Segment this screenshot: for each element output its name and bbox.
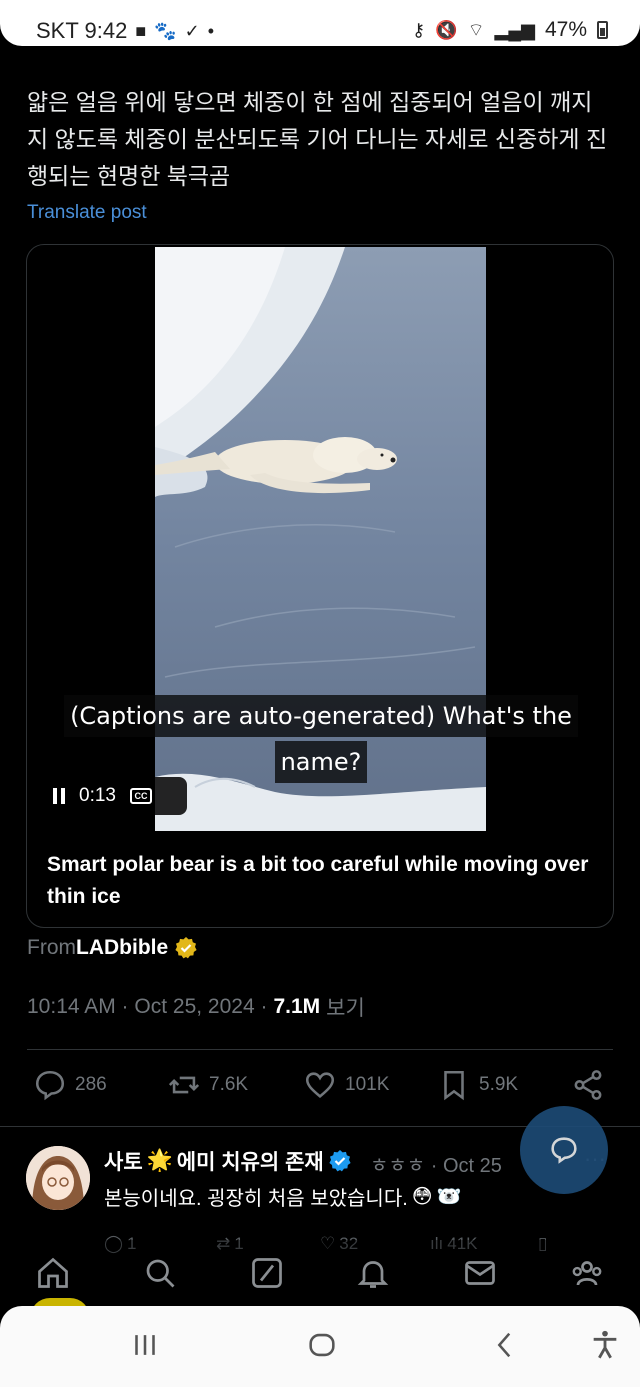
nav-messages[interactable] — [450, 1248, 510, 1298]
key-icon: ⚷ — [411, 19, 426, 40]
bookmark-count: 5.9K — [479, 1074, 519, 1095]
media-caption: Smart polar bear is a bit too careful wh… — [47, 853, 589, 908]
reply-text: 본능이네요. 굉장히 처음 보았습니다. 😳 🐻‍❄️ — [104, 1182, 462, 1211]
notifications-icon — [358, 1261, 389, 1288]
dot-icon: • — [207, 20, 215, 41]
nav-search[interactable] — [130, 1248, 190, 1298]
video-time: 0:13 — [79, 785, 116, 806]
nav-grok[interactable] — [237, 1248, 297, 1298]
pause-icon[interactable] — [53, 788, 65, 804]
like-icon — [305, 1072, 335, 1098]
reply-name-part1: 사토 — [104, 1151, 143, 1174]
battery-icon — [597, 21, 608, 39]
reply-text-body: 본능이네요. 굉장히 처음 보았습니다. — [104, 1188, 408, 1210]
reply-name-part2: 에미 치유의 존재 — [176, 1151, 324, 1174]
post-timestamp: 10:14 AM · Oct 25, 2024 · 7.1M 보기 — [27, 992, 365, 1022]
repost-button[interactable]: 7.6K — [167, 1068, 248, 1102]
search-icon — [146, 1259, 175, 1288]
video-controls: 0:13 CC — [39, 777, 187, 815]
like-count: 101K — [345, 1074, 390, 1095]
carrier-time: SKT 9:42 — [36, 18, 128, 43]
views-count[interactable]: 7.1M — [273, 995, 320, 1019]
status-right: ⚷ 🔇 ⌔ ▂▄▆ 47% — [412, 18, 608, 42]
grok-icon — [251, 1258, 282, 1288]
post-action-bar: 286 7.6K 101K 5.9K — [27, 1068, 613, 1108]
from-source-link[interactable]: LADbible — [76, 936, 168, 960]
cc-icon[interactable]: CC — [129, 788, 152, 804]
post-text: 얇은 얼음 위에 닿으면 체중이 한 점에 집중되어 얼음이 깨지지 않도록 체… — [27, 89, 608, 189]
divider — [27, 1049, 613, 1050]
caption-line-2: name? — [274, 741, 368, 783]
accessibility-icon[interactable] — [588, 1328, 622, 1362]
reply-author-name[interactable]: 사토 🌟 에미 치유의 존재 — [104, 1146, 352, 1176]
communities-icon — [572, 1261, 602, 1286]
bookmark-icon — [444, 1070, 464, 1101]
caption-line-1: (Captions are auto-generated) What's the — [64, 695, 578, 737]
share-button[interactable] — [571, 1068, 605, 1102]
verified-gold-badge-icon — [175, 937, 197, 959]
nav-home[interactable] — [23, 1248, 83, 1298]
home-icon — [38, 1257, 69, 1288]
views-label: 보기 — [326, 997, 365, 1020]
home-button-icon[interactable] — [305, 1328, 339, 1362]
android-nav-bar — [0, 1306, 640, 1387]
bottom-nav — [0, 1240, 640, 1306]
like-button[interactable]: 101K — [303, 1068, 389, 1102]
status-left: SKT 9:42 ■ 🐾 ✓ • — [36, 18, 214, 44]
status-bar: SKT 9:42 ■ 🐾 ✓ • ⚷ 🔇 ⌔ ▂▄▆ 47% — [0, 0, 640, 46]
reply-icon — [35, 1070, 65, 1101]
from-prefix: From — [27, 936, 76, 959]
paw-icon: 🐾 — [154, 20, 177, 41]
repost-count: 7.6K — [209, 1074, 249, 1095]
share-icon — [574, 1070, 602, 1100]
from-source-line: From LADbible — [27, 936, 198, 960]
notification-icon: ■ — [135, 20, 147, 41]
media-card[interactable]: (Captions are auto-generated) What's the… — [26, 244, 614, 928]
wifi-icon: ⌔ — [467, 19, 485, 40]
nav-notifications[interactable] — [343, 1248, 403, 1298]
reply-count: 286 — [75, 1074, 107, 1095]
download-done-icon: ✓ — [184, 20, 200, 41]
verified-badge-icon — [329, 1150, 351, 1172]
polar-bear-emoji-icon: 🐻‍❄️ — [436, 1186, 462, 1208]
translate-post-link[interactable]: Translate post — [27, 202, 147, 224]
compose-icon — [551, 1137, 577, 1164]
flushed-emoji-icon: 😳 — [411, 1186, 433, 1208]
avatar-image — [26, 1146, 90, 1210]
signal-icon: ▂▄▆ — [494, 19, 535, 40]
back-icon[interactable] — [488, 1328, 522, 1362]
mute-icon: 🔇 — [435, 19, 458, 40]
reply-handle-time: ㅎㅎㅎ · Oct 25 — [370, 1155, 502, 1177]
video-captions: (Captions are auto-generated) What's the… — [27, 695, 613, 783]
avatar[interactable] — [26, 1146, 90, 1210]
messages-icon — [465, 1261, 495, 1285]
timestamp-text: 10:14 AM · Oct 25, 2024 · — [27, 995, 268, 1018]
compose-button[interactable] — [520, 1106, 608, 1194]
recent-apps-icon[interactable] — [128, 1328, 162, 1362]
repost-icon — [168, 1076, 200, 1094]
battery-percent: 47% — [544, 18, 587, 41]
sun-emoji-icon: 🌟 — [146, 1149, 173, 1172]
bookmark-button[interactable]: 5.9K — [437, 1068, 518, 1102]
reply-button[interactable]: 286 — [33, 1068, 107, 1102]
nav-communities[interactable] — [557, 1248, 617, 1298]
